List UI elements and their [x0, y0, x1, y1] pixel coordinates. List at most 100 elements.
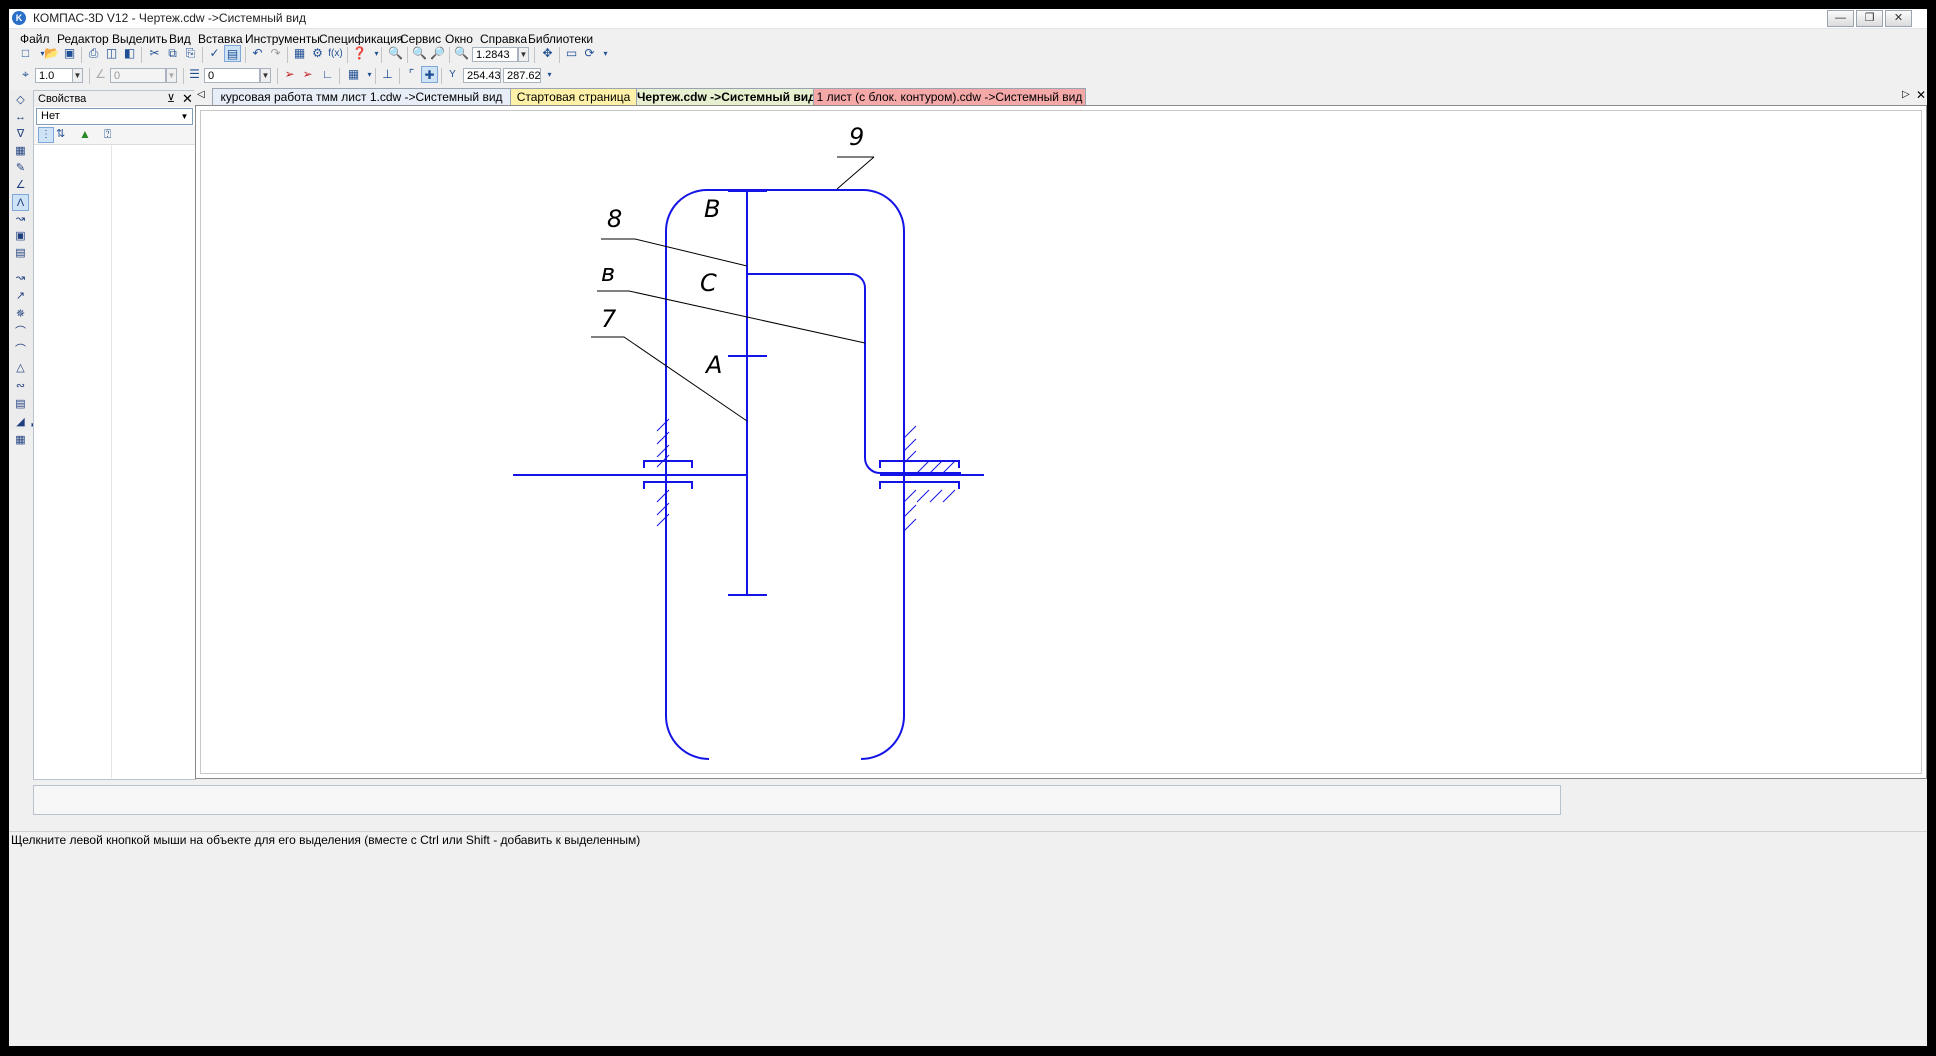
- close-panel-icon[interactable]: ✕: [182, 91, 193, 107]
- polygon-icon[interactable]: △: [12, 360, 29, 377]
- point-icon[interactable]: ↝: [12, 270, 29, 287]
- step-input[interactable]: 1.0: [35, 68, 73, 83]
- library-manager-icon[interactable]: ▦: [291, 45, 308, 62]
- undo-icon[interactable]: ↶: [249, 45, 266, 62]
- snap-magnet-icon[interactable]: ➢: [281, 66, 298, 83]
- sort-category-icon[interactable]: ⋮: [38, 127, 54, 143]
- restore-button[interactable]: ❐: [1856, 10, 1883, 27]
- angle-dropdown-icon[interactable]: ▼: [166, 68, 177, 83]
- redo-icon[interactable]: ↷: [267, 45, 284, 62]
- right-bearing-top: [879, 460, 960, 468]
- tab-sheet-1[interactable]: 1 лист (с блок. контуром).cdw ->Системны…: [813, 88, 1086, 105]
- tab-coursework[interactable]: курсовая работа тмм лист 1.cdw ->Системн…: [212, 88, 511, 105]
- properties-object-select[interactable]: Нет ▼: [36, 108, 193, 125]
- menu-file[interactable]: Файл: [20, 32, 50, 46]
- drawing-canvas[interactable]: 9 8 B C в 7 A: [195, 105, 1927, 779]
- menu-window[interactable]: Окно: [445, 32, 473, 46]
- select-icon[interactable]: Λ: [12, 194, 29, 211]
- properties-icon[interactable]: ✓: [206, 45, 223, 62]
- edit-icon[interactable]: ▦: [12, 143, 29, 160]
- coord-x-field[interactable]: 254.435: [463, 68, 501, 83]
- zoom-window-icon[interactable]: 🔍: [387, 45, 404, 62]
- properties-divider: [111, 145, 112, 778]
- open-icon[interactable]: 📂: [43, 45, 60, 62]
- layer-dropdown-icon[interactable]: ▼: [260, 68, 271, 83]
- copy-icon[interactable]: ⧉: [164, 45, 181, 62]
- coord-dropdown-icon[interactable]: ▾: [541, 66, 558, 83]
- tabs-scroll-right-icon[interactable]: ▷: [1902, 89, 1910, 100]
- line-icon[interactable]: ↗: [12, 288, 29, 305]
- ortho-icon[interactable]: ⌜: [403, 66, 420, 83]
- help-dropdown-icon[interactable]: ▾: [368, 45, 385, 62]
- new-icon[interactable]: □: [17, 45, 34, 62]
- tab-start-page[interactable]: Стартовая страница: [510, 88, 637, 105]
- parametrization-icon[interactable]: ✎: [12, 160, 29, 177]
- coord-y-field[interactable]: 287.629: [503, 68, 541, 83]
- property-help-icon[interactable]: ⍰: [104, 127, 111, 142]
- preview-icon[interactable]: ◫: [103, 45, 120, 62]
- menu-libraries[interactable]: Библиотеки: [528, 32, 593, 46]
- circle-icon[interactable]: ✵: [12, 306, 29, 323]
- drawing-sheet[interactable]: 9 8 B C в 7 A: [200, 110, 1922, 774]
- dimensions-icon[interactable]: ↔: [12, 109, 29, 126]
- snap-active-icon[interactable]: ✚: [421, 66, 438, 83]
- menu-service[interactable]: Сервис: [400, 32, 441, 46]
- zoom-input[interactable]: 1.2843: [472, 47, 518, 62]
- close-button[interactable]: ✕: [1885, 10, 1912, 27]
- formula-icon[interactable]: f(x): [327, 45, 344, 62]
- menu-select[interactable]: Выделить: [112, 32, 167, 46]
- menu-view[interactable]: Вид: [169, 32, 191, 46]
- sort-alpha-icon[interactable]: ⇅: [56, 127, 65, 140]
- hatch-icon[interactable]: ▤: [12, 396, 29, 413]
- arc-icon[interactable]: ⌒: [12, 324, 29, 341]
- mechanism-scheme[interactable]: 9 8 B C в 7 A: [201, 111, 1921, 773]
- spec-icon[interactable]: ▣: [12, 228, 29, 245]
- menu-help[interactable]: Справка: [480, 32, 527, 46]
- menu-insert[interactable]: Вставка: [198, 32, 243, 46]
- property-pages-icon[interactable]: ▲: [79, 127, 91, 141]
- refresh-icon[interactable]: ⟳: [581, 45, 598, 62]
- zoom-dropdown-icon[interactable]: ▼: [518, 47, 529, 62]
- close-tab-icon[interactable]: ✕: [1916, 88, 1926, 102]
- zoom-scale-icon[interactable]: 🔍: [453, 45, 470, 62]
- show-all-icon[interactable]: ▭: [563, 45, 580, 62]
- menu-tools[interactable]: Инструменты: [245, 32, 320, 46]
- help-pointer-icon[interactable]: ❓: [351, 45, 368, 62]
- zoom-in-icon[interactable]: 🔍: [411, 45, 428, 62]
- variables-icon[interactable]: ⚙: [309, 45, 326, 62]
- layer-input[interactable]: 0: [204, 68, 260, 83]
- label-8: 8: [607, 205, 622, 233]
- parametrize-icon[interactable]: ∟: [319, 66, 336, 83]
- angle-input[interactable]: 0: [110, 68, 166, 83]
- cut-icon[interactable]: ✂: [146, 45, 163, 62]
- chevron-down-icon[interactable]: ▼: [178, 110, 191, 123]
- manager-icon[interactable]: ▤: [224, 45, 241, 62]
- local-cs-icon[interactable]: ⊥: [379, 66, 396, 83]
- zoom-out-icon[interactable]: 🔎: [429, 45, 446, 62]
- table-icon[interactable]: ▦: [12, 432, 29, 449]
- geometry-icon[interactable]: ◇: [12, 92, 29, 109]
- ellipse-icon[interactable]: ⌒: [12, 342, 29, 359]
- menu-specification[interactable]: Спецификация: [319, 32, 403, 46]
- minimize-button[interactable]: —: [1827, 10, 1854, 27]
- status-bar: Щелкните левой кнопкой мыши на объекте д…: [9, 831, 1927, 847]
- tabs-scroll-left-icon[interactable]: ◁: [197, 89, 205, 100]
- reports-icon[interactable]: ▤: [12, 245, 29, 262]
- paste-icon[interactable]: ⎘: [182, 45, 199, 62]
- associative-icon[interactable]: ↝: [12, 211, 29, 228]
- menu-edit[interactable]: Редактор: [57, 32, 109, 46]
- spline-icon[interactable]: ∾: [12, 378, 29, 395]
- pin-icon[interactable]: ⊻: [167, 92, 175, 105]
- save-icon[interactable]: ▣: [61, 45, 78, 62]
- preview-sheets-icon[interactable]: ◧: [121, 45, 138, 62]
- local-snap-icon[interactable]: ➢: [299, 66, 316, 83]
- symbols-icon[interactable]: ∇: [12, 126, 29, 143]
- print-icon[interactable]: ⎙: [85, 45, 102, 62]
- grid-icon[interactable]: ▦: [345, 66, 362, 83]
- pan-icon[interactable]: ✥: [539, 45, 556, 62]
- measure-icon[interactable]: ∠: [12, 177, 29, 194]
- refresh-dropdown-icon[interactable]: ▾: [597, 45, 614, 62]
- step-dropdown-icon[interactable]: ▼: [72, 68, 83, 83]
- tab-drawing-active[interactable]: Чертеж.cdw ->Системный вид: [636, 88, 814, 105]
- layers-icon[interactable]: ☰: [186, 66, 203, 83]
